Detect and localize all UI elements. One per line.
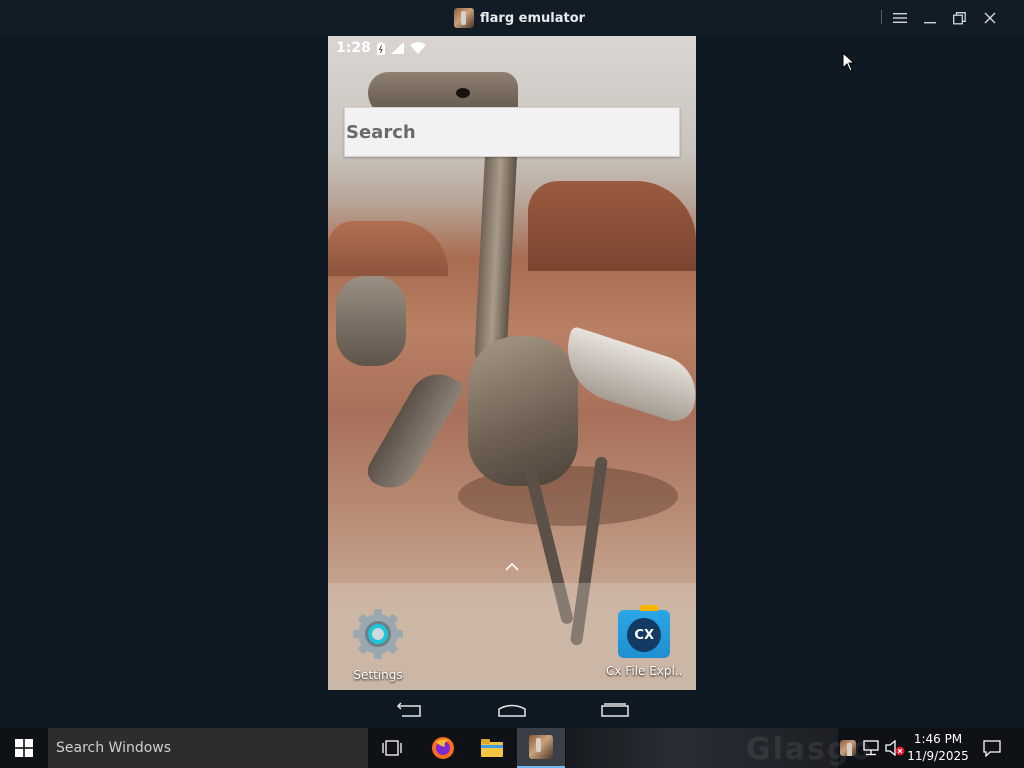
cx-badge: CX	[627, 618, 662, 652]
emulator-window: flarg emulator 1:28 Search Settings CX C…	[0, 0, 1024, 728]
chevron-up-icon	[505, 562, 519, 571]
tray-volume-button[interactable]	[884, 728, 906, 768]
menu-button[interactable]	[887, 6, 913, 30]
taskbar-search-placeholder: Search Windows	[56, 740, 172, 756]
android-screen[interactable]: 1:28 Search Settings CX Cx File Expl..	[328, 36, 696, 690]
task-view-icon	[382, 740, 402, 756]
wallpaper-creature-eye	[456, 88, 470, 98]
android-recents-button[interactable]	[600, 700, 630, 720]
file-explorer-taskbar-button[interactable]	[468, 728, 516, 768]
windows-taskbar: Search Windows Glasgo 1:46 PM 11/9/2025	[0, 728, 1024, 768]
battery-charging-icon	[376, 41, 385, 55]
back-icon	[396, 702, 421, 717]
minimize-icon	[924, 22, 936, 24]
wifi-icon	[409, 42, 426, 54]
windows-logo-icon	[15, 739, 33, 757]
tray-emulator-icon[interactable]	[838, 728, 858, 768]
wallpaper-creature-wing-left	[362, 363, 466, 499]
minimize-button[interactable]	[917, 6, 943, 30]
home-icon	[498, 704, 526, 717]
wallpaper-creature-body	[468, 336, 578, 486]
start-button[interactable]	[0, 728, 48, 768]
close-button[interactable]	[977, 6, 1003, 30]
volume-muted-icon	[885, 740, 905, 756]
status-time: 1:28	[336, 40, 371, 56]
android-status-bar: 1:28	[328, 36, 696, 60]
cx-file-explorer-icon: CX	[618, 605, 671, 658]
taskbar-clock[interactable]: 1:46 PM 11/9/2025	[906, 731, 970, 765]
window-title: flarg emulator	[454, 7, 585, 29]
title-bar: flarg emulator	[0, 0, 1024, 36]
firefox-icon	[432, 737, 454, 759]
wallpaper-creature-background	[336, 276, 406, 366]
emulator-tray-icon	[840, 740, 856, 756]
flarg-emulator-taskbar-button[interactable]	[517, 728, 565, 768]
wallpaper-rock-formation-left	[328, 221, 448, 276]
settings-label: Settings	[353, 668, 403, 682]
window-title-text: flarg emulator	[480, 10, 586, 26]
restore-icon	[952, 11, 966, 24]
notification-icon	[983, 739, 1001, 757]
task-view-button[interactable]	[368, 728, 416, 768]
recents-icon	[601, 703, 629, 717]
dock-app-cx-file-explorer[interactable]: CX Cx File Expl..	[606, 605, 683, 678]
search-widget[interactable]: Search	[344, 107, 680, 157]
emulator-app-icon	[529, 735, 553, 759]
title-separator	[881, 10, 882, 24]
taskbar-search-box[interactable]: Search Windows	[48, 728, 368, 768]
mouse-cursor-icon	[842, 52, 856, 72]
wallpaper-rock-formation	[528, 181, 696, 271]
dock-app-settings[interactable]: Settings	[350, 606, 406, 682]
wallpaper-creature-neck	[474, 135, 518, 367]
close-icon	[984, 12, 996, 24]
action-center-button[interactable]	[978, 728, 1006, 768]
clock-time: 1:46 PM	[913, 732, 963, 746]
android-home-button[interactable]	[497, 700, 527, 720]
taskbar-wallpaper-area: Glasgo	[566, 728, 871, 768]
tray-network-button[interactable]	[860, 728, 882, 768]
android-back-button[interactable]	[393, 700, 423, 720]
clock-date: 11/9/2025	[907, 749, 969, 763]
cx-file-explorer-label: Cx File Expl..	[606, 664, 683, 678]
firefox-taskbar-button[interactable]	[419, 728, 467, 768]
cell-signal-icon	[390, 42, 404, 54]
hamburger-menu-icon	[893, 13, 907, 23]
network-icon	[863, 740, 879, 756]
search-widget-placeholder: Search	[346, 121, 416, 143]
settings-gear-icon	[353, 609, 403, 659]
app-drawer-arrow[interactable]	[504, 560, 520, 572]
restore-button[interactable]	[946, 6, 972, 30]
folder-icon	[481, 739, 503, 757]
emulator-app-icon	[454, 8, 474, 28]
